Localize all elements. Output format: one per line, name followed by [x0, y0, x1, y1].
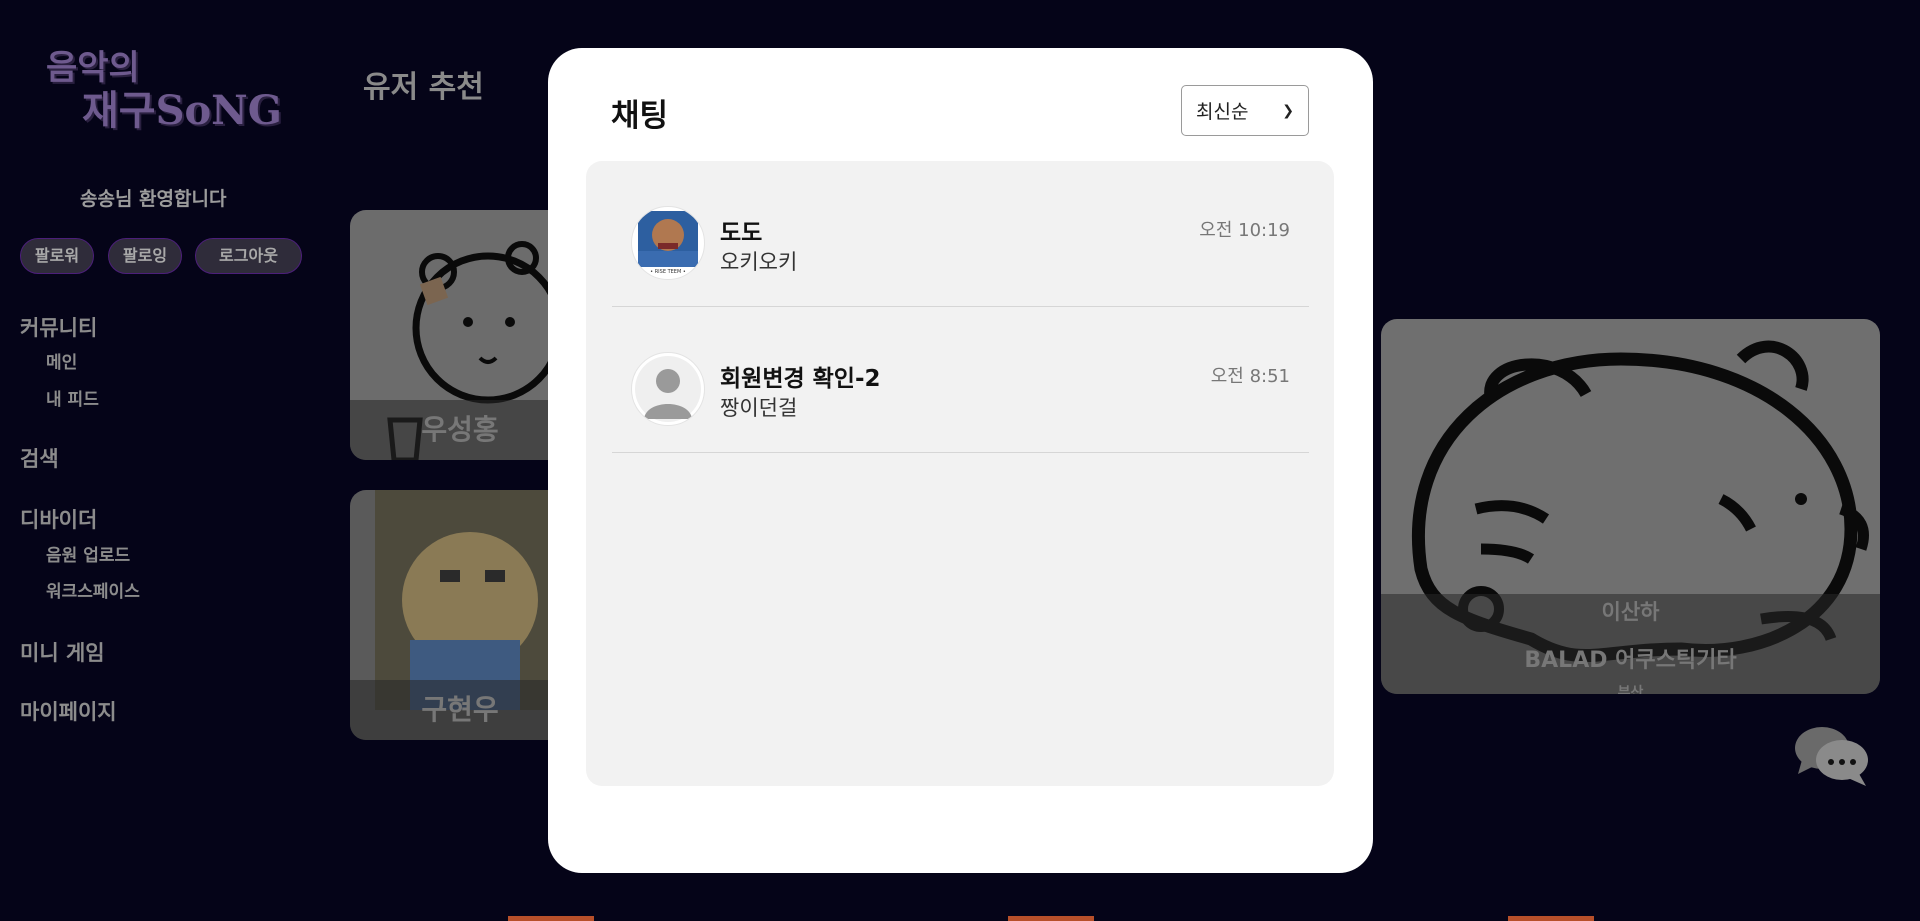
user-card[interactable]: 이산하 BALAD 어쿠스틱기타 부산: [1381, 319, 1880, 694]
sort-select-value: 최신순: [1196, 101, 1249, 123]
user-card[interactable]: 우성홍: [350, 210, 570, 460]
following-button[interactable]: 팔로잉: [108, 238, 182, 274]
nav-mypage[interactable]: 마이페이지: [20, 696, 117, 726]
avatar: • RISE TEEM •: [631, 206, 705, 280]
avatar-caption: • RISE TEEM •: [650, 269, 686, 275]
chat-list-item[interactable]: 회원변경 확인-2 짱이던걸 오전 8:51: [612, 307, 1309, 453]
logo[interactable]: 음악의 재구SoNG: [46, 40, 306, 134]
user-card-region: 부산: [1617, 685, 1644, 694]
user-card[interactable]: 구현우: [350, 490, 570, 740]
logo-line-2: 재구SoNG: [82, 87, 282, 134]
chat-last-message: 짱이던걸: [720, 396, 798, 420]
chat-bubbles-icon: [1795, 727, 1868, 786]
user-card-name: 이산하: [1601, 600, 1660, 624]
nav-my-feed[interactable]: 내 피드: [46, 385, 99, 410]
nav-main[interactable]: 메인: [46, 348, 77, 373]
chat-last-message: 오키오키: [720, 250, 798, 274]
card-edge-decoration: [1508, 916, 1594, 921]
logout-button[interactable]: 로그아웃: [195, 238, 302, 274]
nav-mini-game[interactable]: 미니 게임: [20, 637, 105, 667]
page-title: 유저 추천: [363, 70, 484, 105]
chat-modal: 채팅 최신순 ❯ • RISE TEEM • 도도 오키오키 오전 10:19: [548, 48, 1373, 873]
chat-time: 오전 10:19: [1199, 220, 1290, 241]
user-card-genre: BALAD 어쿠스틱기타: [1524, 648, 1737, 673]
card-edge-decoration: [508, 916, 594, 921]
nav-workspace[interactable]: 워크스페이스: [46, 577, 140, 602]
chevron-down-icon: ❯: [1282, 102, 1294, 119]
nav-community[interactable]: 커뮤니티: [20, 312, 97, 342]
followers-button[interactable]: 팔로워: [20, 238, 94, 274]
chat-list-item[interactable]: • RISE TEEM • 도도 오키오키 오전 10:19: [612, 161, 1309, 307]
user-card-info: 이산하 BALAD 어쿠스틱기타 부산: [1381, 594, 1880, 694]
chat-open-button[interactable]: [1792, 724, 1872, 790]
user-card-name: 우성홍: [350, 400, 570, 460]
nav-divider[interactable]: 디바이더: [20, 504, 97, 534]
nav-upload[interactable]: 음원 업로드: [46, 541, 130, 566]
default-user-icon: [635, 356, 701, 422]
chat-name: 도도: [720, 220, 763, 246]
chat-list: • RISE TEEM • 도도 오키오키 오전 10:19 회원변경 확인-2…: [586, 161, 1334, 786]
sort-select[interactable]: 최신순 ❯: [1181, 85, 1309, 136]
nav-search[interactable]: 검색: [20, 443, 59, 473]
avatar: [631, 352, 705, 426]
chat-name: 회원변경 확인-2: [720, 366, 881, 392]
chat-modal-title: 채팅: [611, 98, 669, 134]
user-card-name: 구현우: [350, 680, 570, 740]
welcome-text: 송송님 환영합니다: [80, 188, 227, 210]
chat-time: 오전 8:51: [1210, 366, 1290, 387]
card-edge-decoration: [1008, 916, 1094, 921]
